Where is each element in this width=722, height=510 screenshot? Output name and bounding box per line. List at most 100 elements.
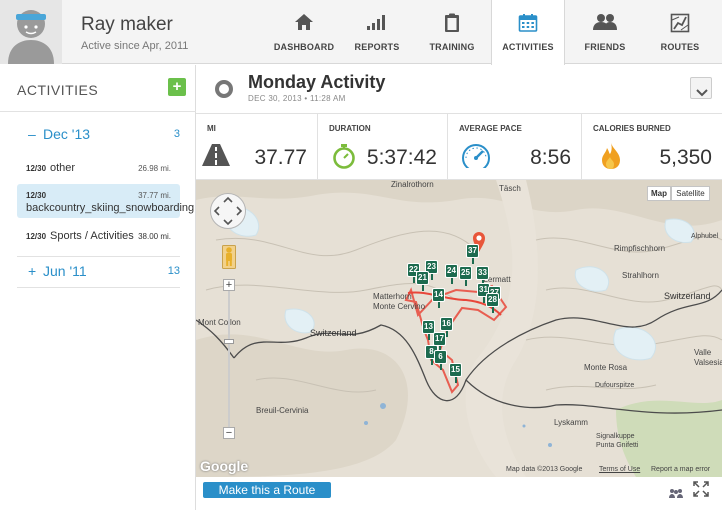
app-header: Ray maker Active since Apr, 2011 DASHBOA… [0,0,722,65]
mile-marker[interactable]: 15 [449,363,462,383]
nav-dashboard[interactable]: DASHBOARD [269,0,339,64]
mile-marker[interactable]: 21 [416,271,429,291]
mile-marker-label: 16 [442,319,451,328]
mile-marker[interactable]: 17 [433,332,446,352]
expand-toggle[interactable]: + [28,263,36,279]
clipboard-icon [444,13,460,38]
activity-distance: 38.00 mi. [138,232,171,241]
mile-marker-label: 28 [488,295,497,304]
share-people-icon[interactable] [668,485,684,503]
stat-distance: MI 37.77 [196,114,317,180]
nav-label: ROUTES [660,42,700,52]
mile-marker[interactable]: 25 [459,266,472,286]
fullscreen-icon[interactable] [693,481,709,502]
pan-control[interactable] [210,193,246,229]
stat-label: MI [207,124,216,133]
route-map[interactable]: Zinalrothorn Täsch Rimpfischhorn Strahlh… [196,180,722,477]
terrain-background [196,180,722,477]
mile-marker-label: 14 [434,290,443,299]
mile-marker-stem [422,285,424,291]
month-label[interactable]: Dec '13 [43,126,90,142]
mile-marker[interactable]: 14 [432,288,445,308]
activity-name: backcountry_skiing_snowboarding [26,202,195,214]
nav-activities[interactable]: ACTIVITIES [491,0,565,65]
place-name-alt: Valsesia [694,358,722,367]
place-label: Dufourspitze [595,382,635,389]
activity-date: 12/30 [26,164,47,173]
nav-label: DASHBOARD [273,42,335,52]
map-type-satellite-button[interactable]: Satellite [671,186,710,201]
user-active-since: Active since Apr, 2011 [81,40,189,52]
mile-marker-label: 15 [451,365,460,374]
actions-dropdown-button[interactable] [690,77,712,99]
mile-marker-stem [492,307,494,313]
mile-marker-stem [413,277,415,283]
mile-marker[interactable]: 13 [422,320,435,340]
stat-calories: CALORIES BURNED 5,350 [581,114,722,180]
activity-title: Monday Activity [248,72,386,92]
mile-marker-label: 13 [424,322,433,331]
add-activity-button[interactable]: + [168,78,186,96]
nav-label: ACTIVITIES [502,42,554,52]
zoom-slider-track[interactable] [228,291,230,427]
activities-sidebar: ACTIVITIES + – Dec '13 3 12/30 other 26.… [0,65,196,510]
collapse-toggle[interactable]: – [28,126,36,142]
activity-date: 12/30 [26,232,47,241]
pan-arrows-icon [213,196,243,226]
divider [0,111,196,112]
mile-marker[interactable]: 33 [476,266,489,286]
map-type-map-button[interactable]: Map [647,186,671,201]
place-label-matterhorn: Matterhorn Monte Cervino [373,292,425,312]
mile-marker[interactable]: 6 [434,350,447,370]
activity-type-icon [215,80,233,98]
mile-marker[interactable]: 24 [445,264,458,284]
divider [17,256,180,257]
google-logo: Google [200,458,249,474]
mile-marker-label: 37 [468,246,477,255]
zoom-in-button[interactable]: + [223,279,235,291]
activity-date: DEC 30, 2013 • 11:28 AM [248,94,346,103]
stat-label: DURATION [329,124,371,133]
place-label: Alphubel [691,233,719,240]
place-name-alt: Monte Cervino [373,302,426,311]
activity-distance: 37.77 mi. [138,191,171,200]
nav-routes[interactable]: ROUTES [644,0,716,64]
mile-marker[interactable]: 16 [440,317,453,337]
user-name: Ray maker [81,14,173,35]
activity-name: other [50,162,76,174]
make-route-button[interactable]: Make this a Route [203,482,331,498]
place-label: Lyskamm [554,418,588,427]
mile-marker[interactable]: 37 [466,244,479,264]
place-name: Signalkuppe [596,433,635,440]
avatar[interactable] [0,0,62,64]
mile-marker-label: 24 [447,266,456,275]
sidebar-title: ACTIVITIES [17,82,99,98]
mile-marker[interactable]: 28 [486,293,499,313]
mile-marker-stem [451,278,453,284]
zoom-slider-handle[interactable] [224,339,234,344]
list-item-selected[interactable]: 12/30 backcountry_skiing_snowboarding 37… [17,184,194,218]
bar-chart-icon [366,13,388,36]
nav-friends[interactable]: FRIENDS [569,0,641,64]
nav-label: TRAINING [429,42,475,52]
mile-marker-label: 6 [438,352,443,361]
month-label[interactable]: Jun '11 [43,263,87,279]
stat-label: CALORIES BURNED [593,124,671,133]
list-item[interactable]: 12/30 other 26.98 mi. [17,156,180,180]
nav-training[interactable]: TRAINING [416,0,488,64]
stat-value: 5:37:42 [366,146,437,169]
terms-of-use-link[interactable]: Terms of Use [599,466,640,473]
mile-marker-label: 21 [418,273,427,282]
mile-marker-stem [440,364,442,370]
list-item[interactable]: 12/30 Sports / Activities 38.00 mi. [17,224,180,248]
mile-marker-label: 17 [435,334,444,343]
street-view-pegman-icon[interactable] [222,245,236,274]
month-count: 3 [173,128,180,140]
mile-marker-stem [431,274,433,280]
nav-reports[interactable]: REPORTS [342,0,412,64]
report-map-error-link[interactable]: Report a map error [651,466,710,473]
zoom-out-button[interactable]: − [223,427,235,439]
stat-duration: DURATION 5:37:42 [317,114,447,180]
mile-marker-stem [483,297,485,303]
mile-marker-stem [465,280,467,286]
